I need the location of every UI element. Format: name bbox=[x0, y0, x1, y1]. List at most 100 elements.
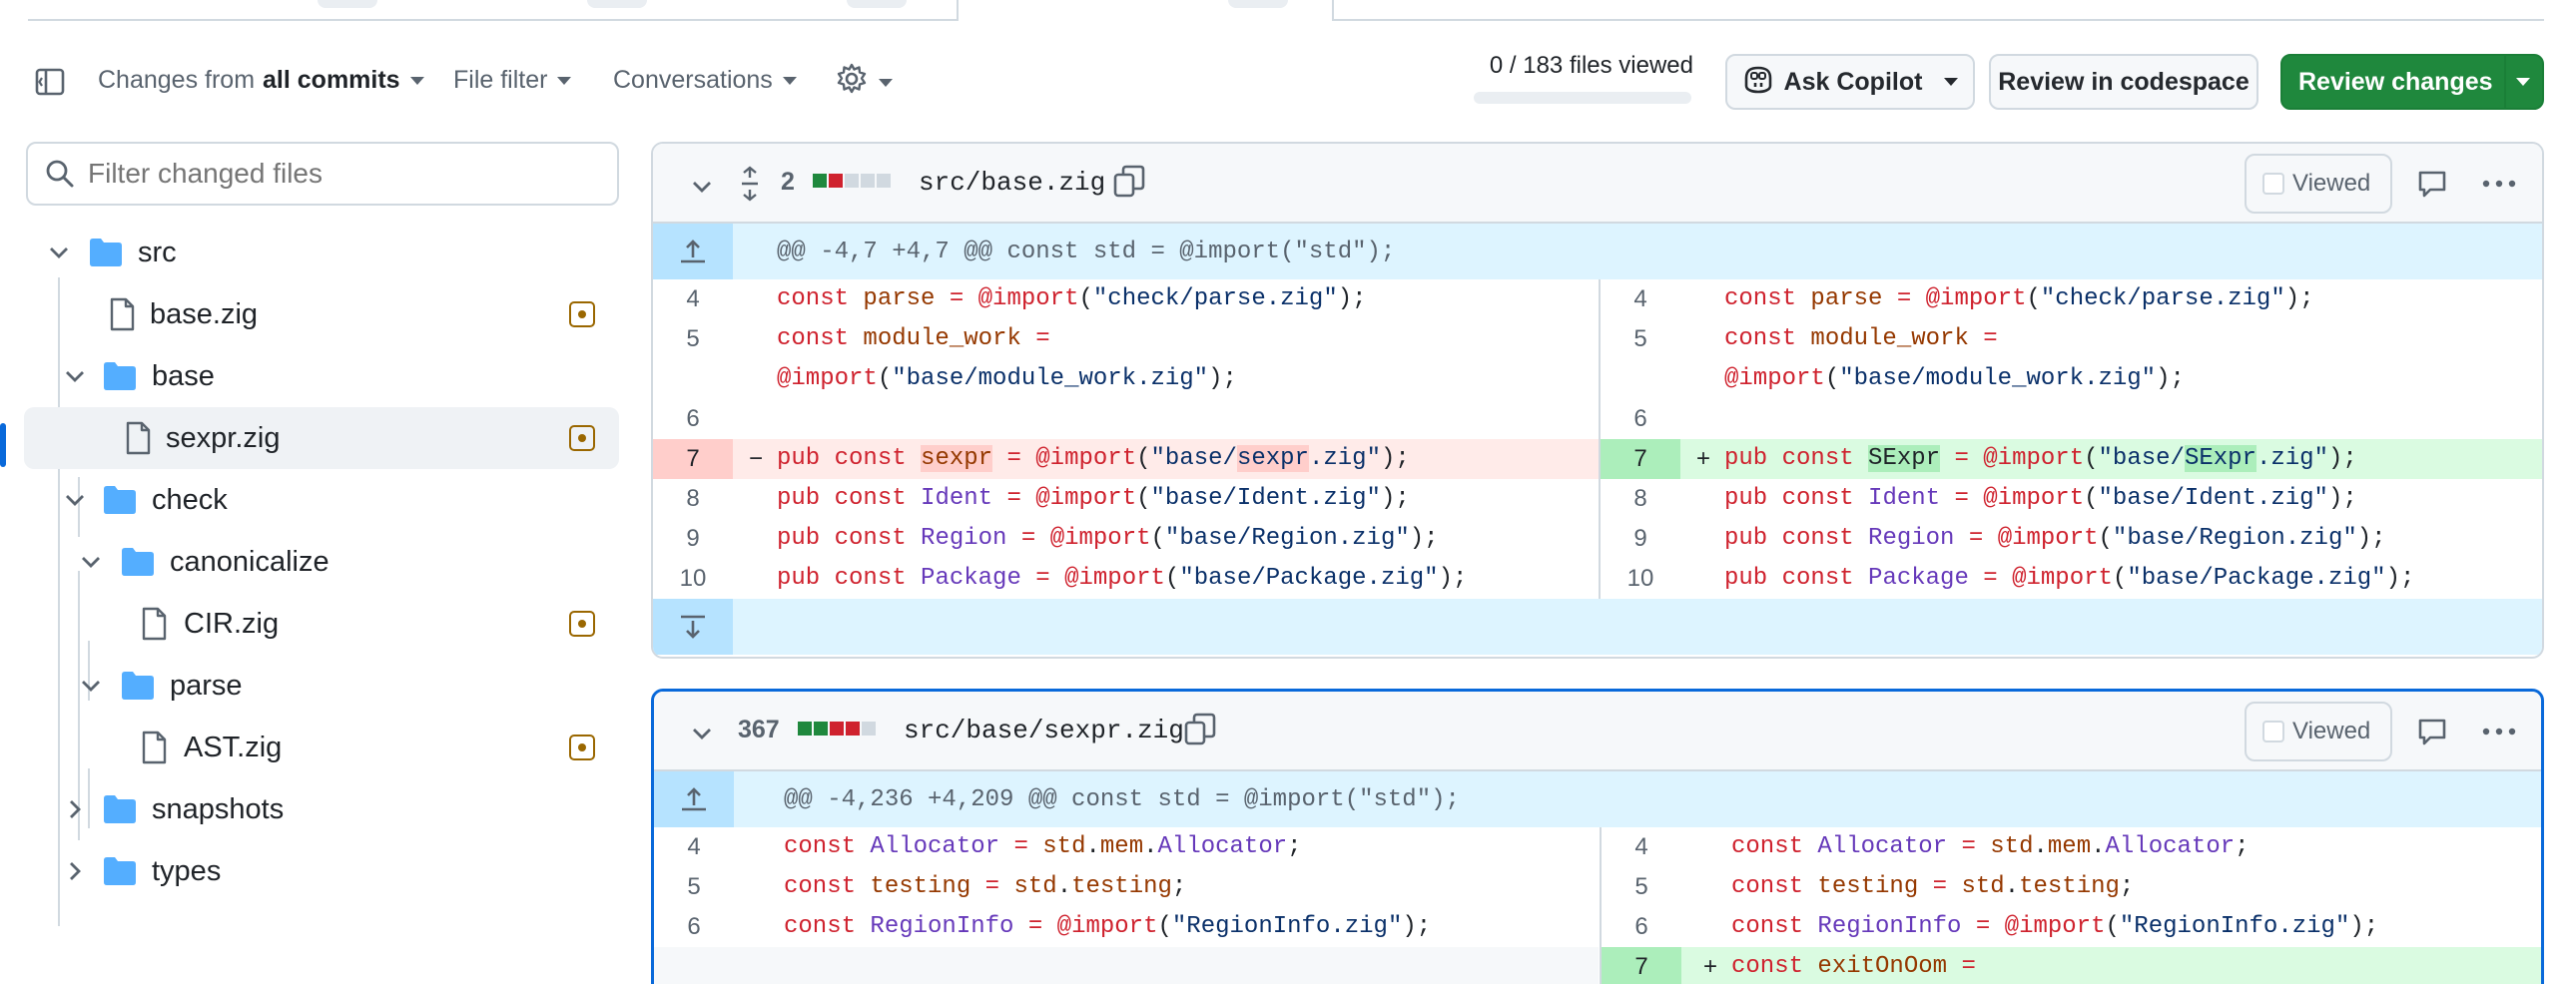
tree-file-cir-zig[interactable]: CIR.zig bbox=[24, 593, 619, 655]
line-number[interactable]: 6 bbox=[1601, 399, 1680, 439]
line-number[interactable]: 5 bbox=[653, 319, 733, 359]
tree-file-base-zig[interactable]: base.zig bbox=[24, 283, 619, 345]
line-code: pub const Region = @import("base/Region.… bbox=[1724, 525, 2386, 552]
diffstat-bar bbox=[798, 722, 876, 736]
line-number[interactable]: 9 bbox=[653, 519, 733, 559]
tree-folder-check[interactable]: check bbox=[24, 469, 619, 531]
diff-line: 6 const RegionInfo = @import("RegionInfo.… bbox=[1602, 907, 2541, 947]
diff-right-side: 4 const parse = @import("check/parse.zig"… bbox=[1599, 279, 2542, 599]
review-changes-button[interactable]: Review changes bbox=[2280, 54, 2544, 110]
tree-file-sexpr-zig[interactable]: sexpr.zig bbox=[24, 407, 619, 469]
button-divider bbox=[2504, 56, 2506, 108]
line-code: const Allocator = std.mem.Allocator; bbox=[784, 833, 1302, 860]
tree-folder-types[interactable]: types bbox=[24, 840, 619, 902]
checkbox-box bbox=[2262, 173, 2284, 195]
ask-copilot-button[interactable]: Ask Copilot bbox=[1725, 54, 1975, 110]
chevron-down-icon bbox=[409, 76, 424, 85]
line-code: pub const Package = @import("base/Packag… bbox=[1724, 565, 2415, 592]
line-number[interactable]: 4 bbox=[1602, 827, 1681, 867]
diff-line: 5 const module_work = bbox=[653, 319, 1599, 359]
line-number[interactable]: 4 bbox=[1601, 279, 1680, 319]
filter-input[interactable] bbox=[88, 158, 587, 190]
review-codespace-label: Review in codespace bbox=[1998, 67, 2250, 96]
tab-files-changed[interactable] bbox=[957, 0, 1334, 21]
diff-header: 367 src/base/sexpr.zig Viewed bbox=[654, 692, 2541, 771]
line-number[interactable]: 4 bbox=[654, 827, 734, 867]
expand-down-button[interactable] bbox=[653, 599, 733, 655]
changes-from-dropdown[interactable]: Changes from all commits bbox=[98, 66, 424, 95]
line-number[interactable]: 6 bbox=[653, 399, 733, 439]
tree-folder-src[interactable]: src bbox=[24, 222, 619, 283]
line-number[interactable]: 9 bbox=[1601, 519, 1680, 559]
chevron-down-icon[interactable] bbox=[2516, 78, 2530, 86]
line-number[interactable]: 5 bbox=[654, 867, 734, 907]
line-number[interactable]: 7 bbox=[1601, 439, 1680, 479]
tree-label: types bbox=[152, 854, 222, 887]
line-number[interactable]: 8 bbox=[1601, 479, 1680, 519]
expand-up-button[interactable] bbox=[653, 224, 733, 279]
diff-right-side: 4 const Allocator = std.mem.Allocator; 5 c… bbox=[1600, 827, 2541, 984]
gear-icon bbox=[835, 62, 869, 103]
diff-line: 6 bbox=[1601, 399, 2542, 439]
diff-line: 5 const module_work = bbox=[1601, 319, 2542, 359]
kebab-icon[interactable] bbox=[2480, 718, 2518, 745]
modified-badge-icon bbox=[569, 425, 595, 451]
line-code: pub const SExpr = @import("base/SExpr.zi… bbox=[1724, 445, 2357, 472]
tree-label: snapshots bbox=[152, 792, 285, 825]
folder-icon bbox=[90, 239, 122, 266]
file-filter-dropdown[interactable]: File filter bbox=[453, 66, 572, 95]
diff-line: @import("base/module_work.zig"); bbox=[1601, 359, 2542, 399]
files-viewed-progress: 0 / 183 files viewed bbox=[1474, 52, 1693, 106]
line-number[interactable]: 10 bbox=[1601, 559, 1680, 599]
line-number[interactable]: 10 bbox=[653, 559, 733, 599]
chevron-down-icon[interactable] bbox=[689, 174, 715, 200]
diffstat-bar bbox=[813, 174, 891, 188]
tree-folder-base[interactable]: base bbox=[24, 345, 619, 407]
line-number[interactable]: 7 bbox=[1602, 947, 1681, 984]
line-number[interactable]: 7 bbox=[653, 439, 733, 479]
settings-dropdown[interactable] bbox=[835, 62, 893, 103]
file-filter-label: File filter bbox=[453, 66, 548, 94]
comment-icon[interactable] bbox=[2416, 716, 2448, 747]
diff-line-empty bbox=[654, 947, 1599, 984]
chevron-down-icon bbox=[1944, 78, 1959, 86]
review-in-codespace-button[interactable]: Review in codespace bbox=[1989, 54, 2258, 110]
copy-icon[interactable] bbox=[1112, 164, 1146, 200]
comment-icon[interactable] bbox=[2416, 168, 2448, 200]
viewed-checkbox[interactable]: Viewed bbox=[2245, 702, 2392, 761]
tab-counter bbox=[587, 0, 647, 8]
diff-line: @import("base/module_work.zig"); bbox=[653, 359, 1599, 399]
diff-filename[interactable]: src/base/sexpr.zig bbox=[904, 716, 1184, 745]
chevron-down-icon[interactable] bbox=[689, 721, 715, 746]
chevron-down-icon bbox=[66, 495, 84, 506]
sidebar-toggle-icon[interactable] bbox=[30, 62, 70, 102]
tree-folder-snapshots[interactable]: snapshots bbox=[24, 778, 619, 840]
line-number[interactable]: 5 bbox=[1601, 319, 1680, 359]
line-code: const Allocator = std.mem.Allocator; bbox=[1731, 833, 2250, 860]
tree-label: CIR.zig bbox=[184, 607, 280, 640]
review-changes-label: Review changes bbox=[2298, 67, 2493, 96]
expand-down-icon bbox=[681, 615, 705, 639]
tree-label: check bbox=[152, 483, 228, 516]
tree-file-ast-zig[interactable]: AST.zig bbox=[24, 717, 619, 778]
viewed-checkbox[interactable]: Viewed bbox=[2245, 154, 2392, 214]
line-number[interactable]: 6 bbox=[654, 907, 734, 947]
line-number[interactable]: 4 bbox=[653, 279, 733, 319]
diff-filename[interactable]: src/base.zig bbox=[919, 168, 1105, 198]
file-icon bbox=[142, 731, 167, 764]
tree-folder-parse[interactable]: parse bbox=[24, 655, 619, 717]
kebab-icon[interactable] bbox=[2480, 170, 2518, 198]
expand-icon[interactable] bbox=[737, 166, 763, 202]
hunk-header: @@ -4,236 +4,209 @@ const std = @import(… bbox=[654, 771, 2541, 827]
copy-icon[interactable] bbox=[1183, 712, 1217, 747]
top-tab-strip bbox=[28, 0, 2544, 21]
filter-changed-files[interactable] bbox=[26, 142, 619, 206]
expand-up-button[interactable] bbox=[654, 771, 734, 827]
line-number[interactable]: 8 bbox=[653, 479, 733, 519]
tree-folder-canonicalize[interactable]: canonicalize bbox=[24, 531, 619, 593]
chevron-right-icon bbox=[70, 862, 81, 880]
conversations-dropdown[interactable]: Conversations bbox=[613, 66, 797, 95]
conversations-label: Conversations bbox=[613, 66, 773, 94]
line-number[interactable]: 5 bbox=[1602, 867, 1681, 907]
line-number[interactable]: 6 bbox=[1602, 907, 1681, 947]
